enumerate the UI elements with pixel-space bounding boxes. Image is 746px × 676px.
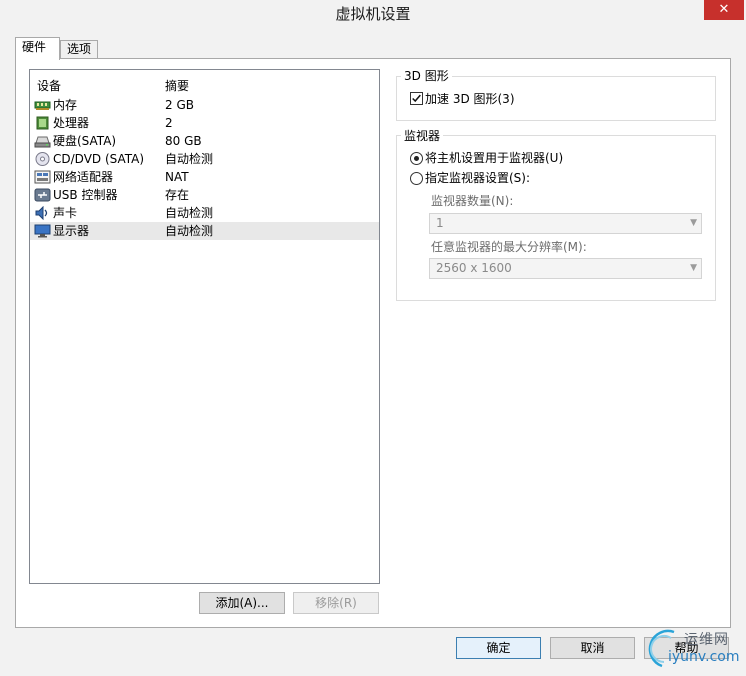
cd-dvd-icon [35,152,50,166]
network-adapter-icon [34,170,51,184]
watermark-en: iyunv.com [668,649,740,665]
chevron-down-icon: ▼ [690,263,697,273]
device-row-cd-dvd[interactable]: CD/DVD (SATA) 自动检测 [30,150,379,168]
device-summary: 80 GB [165,134,202,148]
device-name: 处理器 [53,116,90,130]
device-row-network-adapter[interactable]: 网络适配器 NAT [30,168,379,186]
device-row-display[interactable]: 显示器 自动检测 [30,222,379,240]
watermark: 运维网 iyunv.com [640,622,746,673]
chevron-down-icon: ▼ [690,218,697,228]
column-header-device[interactable]: 设备 [37,77,61,94]
close-button[interactable]: ✕ [704,0,744,20]
radio-dot [414,156,419,161]
device-row-sound-card[interactable]: 声卡 自动检测 [30,204,379,222]
ok-button[interactable]: 确定 [456,637,541,659]
device-name: 网络适配器 [53,170,114,184]
device-name: 声卡 [53,206,78,220]
max-resolution-select[interactable]: 2560 x 1600 ▼ [429,258,702,279]
device-row-hard-disk[interactable]: 硬盘(SATA) 80 GB [30,132,379,150]
display-icon [34,224,51,238]
monitor-count-value: 1 [436,216,444,230]
specify-monitor-settings-label[interactable]: 指定监视器设置(S): [425,171,530,185]
max-resolution-label: 任意监视器的最大分辨率(M): [431,240,587,254]
column-header-summary[interactable]: 摘要 [165,77,189,94]
device-summary: 2 GB [165,98,194,112]
tab-options[interactable]: 选项 [60,40,98,58]
device-name: CD/DVD (SATA) [53,152,145,166]
accelerate-3d-label[interactable]: 加速 3D 图形(3) [425,92,515,106]
add-device-button[interactable]: 添加(A)... [199,592,285,614]
device-summary: 2 [165,116,173,130]
memory-icon [34,101,51,110]
device-row-processor[interactable]: 处理器 2 [30,114,379,132]
device-name: 硬盘(SATA) [53,134,117,148]
window-title: 虚拟机设置 [335,5,411,23]
title-bar: 虚拟机设置 ✕ [0,0,746,30]
watermark-cn: 运维网 [684,632,729,648]
graphics-3d-title: 3D 图形 [401,69,452,83]
device-name: 内存 [53,98,78,112]
monitor-count-label: 监视器数量(N): [431,194,514,208]
processor-icon [36,116,49,130]
device-summary: 存在 [165,188,190,202]
tab-options-label: 选项 [67,42,92,56]
device-summary: 自动检测 [165,224,214,238]
tab-hardware-label: 硬件 [22,40,47,54]
device-summary: NAT [165,170,189,184]
hard-disk-icon [34,136,51,148]
monitor-group-title: 监视器 [401,129,444,143]
usb-icon [34,188,51,202]
use-host-settings-label[interactable]: 将主机设置用于监视器(U) [425,151,563,165]
monitor-count-select[interactable]: 1 ▼ [429,213,702,234]
close-icon: ✕ [718,2,730,17]
specify-monitor-settings-radio[interactable] [410,172,423,185]
use-host-settings-radio[interactable] [410,152,423,165]
device-list[interactable]: 设备 摘要 内存 2 GB 处理器 2 硬盘(SATA) 80 GB CD/DV… [29,69,380,584]
device-name: 显示器 [53,224,90,238]
device-summary: 自动检测 [165,206,214,220]
remove-device-button[interactable]: 移除(R) [293,592,379,614]
sound-card-icon [35,206,48,220]
device-row-usb-controller[interactable]: USB 控制器 存在 [30,186,379,204]
device-name: USB 控制器 [53,188,118,202]
accelerate-3d-checkbox[interactable] [410,92,423,105]
tab-hardware[interactable]: 硬件 [15,37,60,60]
max-resolution-value: 2560 x 1600 [436,261,512,275]
device-summary: 自动检测 [165,152,214,166]
cancel-button[interactable]: 取消 [550,637,635,659]
device-row-memory[interactable]: 内存 2 GB [30,96,379,114]
checkmark-icon [412,94,421,103]
